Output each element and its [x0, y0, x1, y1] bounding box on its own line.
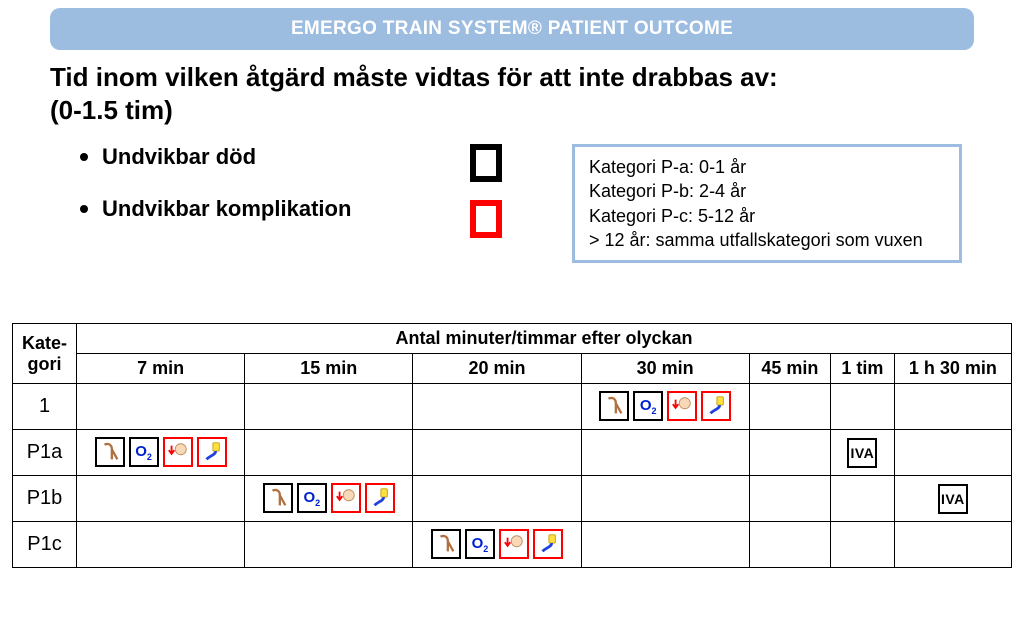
head-position-icon — [667, 391, 697, 421]
oxygen-icon: O2 — [633, 391, 663, 421]
table-cell — [413, 384, 581, 430]
category-age-box: Kategori P-a: 0-1 år Kategori P-b: 2-4 å… — [572, 144, 962, 263]
col-30min: 30 min — [581, 354, 749, 384]
bullet-death: Undvikbar död — [80, 144, 440, 170]
airway-icon — [431, 529, 461, 559]
iv-fluid-icon — [701, 391, 731, 421]
table-cell — [749, 430, 830, 476]
table-cell — [413, 476, 581, 522]
iv-fluid-icon — [197, 437, 227, 467]
airway-icon — [95, 437, 125, 467]
head-position-icon — [331, 483, 361, 513]
treatment-iconset: O2 — [599, 391, 731, 421]
table-cell — [749, 476, 830, 522]
intro-line-1: Tid inom vilken åtgärd måste vidtas för … — [50, 62, 974, 93]
cat-b: Kategori P-b: 2-4 år — [589, 179, 945, 203]
cat-c: Kategori P-c: 5-12 år — [589, 204, 945, 228]
table-time-header: 7 min 15 min 20 min 30 min 45 min 1 tim … — [13, 354, 1012, 384]
table-cell — [77, 384, 245, 430]
bullet-death-label: Undvikbar död — [102, 144, 256, 170]
table-cell: O2 — [413, 522, 581, 568]
table-cell — [830, 384, 894, 430]
col-7min: 7 min — [77, 354, 245, 384]
table-row: 1 O2 — [13, 384, 1012, 430]
row-category-label: 1 — [13, 384, 77, 430]
bullet-dot-icon — [80, 205, 88, 213]
table-cell — [245, 384, 413, 430]
table-row: P1b O2 IVA — [13, 476, 1012, 522]
table-corner: Kate- gori — [13, 324, 77, 384]
legend-box-black-icon — [470, 144, 502, 182]
table-cell — [245, 430, 413, 476]
table-row: P1a O2 IVA — [13, 430, 1012, 476]
bullet-dot-icon — [80, 153, 88, 161]
table-cell — [894, 522, 1011, 568]
table-cell — [830, 522, 894, 568]
table-cell — [749, 384, 830, 430]
table-cell — [830, 476, 894, 522]
treatment-iconset: O2 — [95, 437, 227, 467]
table-cell — [581, 522, 749, 568]
col-1h30: 1 h 30 min — [894, 354, 1011, 384]
row-category-label: P1a — [13, 430, 77, 476]
bullet-complication-label: Undvikbar komplikation — [102, 196, 351, 222]
cat-d: > 12 år: samma utfallskategori som vuxen — [589, 228, 945, 252]
table-row: P1c O2 — [13, 522, 1012, 568]
treatment-iconset: O2 — [263, 483, 395, 513]
table-cell — [245, 522, 413, 568]
iva-icon: IVA — [847, 438, 877, 468]
iv-fluid-icon — [365, 483, 395, 513]
table-cell: O2 — [245, 476, 413, 522]
cat-a: Kategori P-a: 0-1 år — [589, 155, 945, 179]
table-cell — [894, 384, 1011, 430]
outcome-table: Kate- gori Antal minuter/timmar efter ol… — [12, 323, 1012, 568]
col-45min: 45 min — [749, 354, 830, 384]
table-cell: IVA — [830, 430, 894, 476]
table-header-span: Antal minuter/timmar efter olyckan — [77, 324, 1012, 354]
table-cell — [749, 522, 830, 568]
table-cell — [77, 522, 245, 568]
table-cell — [77, 476, 245, 522]
col-20min: 20 min — [413, 354, 581, 384]
intro-line-2: (0-1.5 tim) — [50, 95, 974, 126]
table-cell — [581, 430, 749, 476]
table-cell: IVA — [894, 476, 1011, 522]
oxygen-icon: O2 — [465, 529, 495, 559]
col-1tim: 1 tim — [830, 354, 894, 384]
oxygen-icon: O2 — [297, 483, 327, 513]
head-position-icon — [163, 437, 193, 467]
banner-title: EMERGO TRAIN SYSTEM® PATIENT OUTCOME — [50, 8, 974, 50]
bullet-complication: Undvikbar komplikation — [80, 196, 440, 222]
head-position-icon — [499, 529, 529, 559]
treatment-iconset: O2 — [431, 529, 563, 559]
col-15min: 15 min — [245, 354, 413, 384]
row-category-label: P1c — [13, 522, 77, 568]
legend-box-red-icon — [470, 200, 502, 238]
airway-icon — [263, 483, 293, 513]
table-cell — [581, 476, 749, 522]
iva-icon: IVA — [938, 484, 968, 514]
oxygen-icon: O2 — [129, 437, 159, 467]
row-category-label: P1b — [13, 476, 77, 522]
iv-fluid-icon — [533, 529, 563, 559]
table-cell — [894, 430, 1011, 476]
airway-icon — [599, 391, 629, 421]
table-cell: O2 — [77, 430, 245, 476]
table-cell: O2 — [581, 384, 749, 430]
table-cell — [413, 430, 581, 476]
